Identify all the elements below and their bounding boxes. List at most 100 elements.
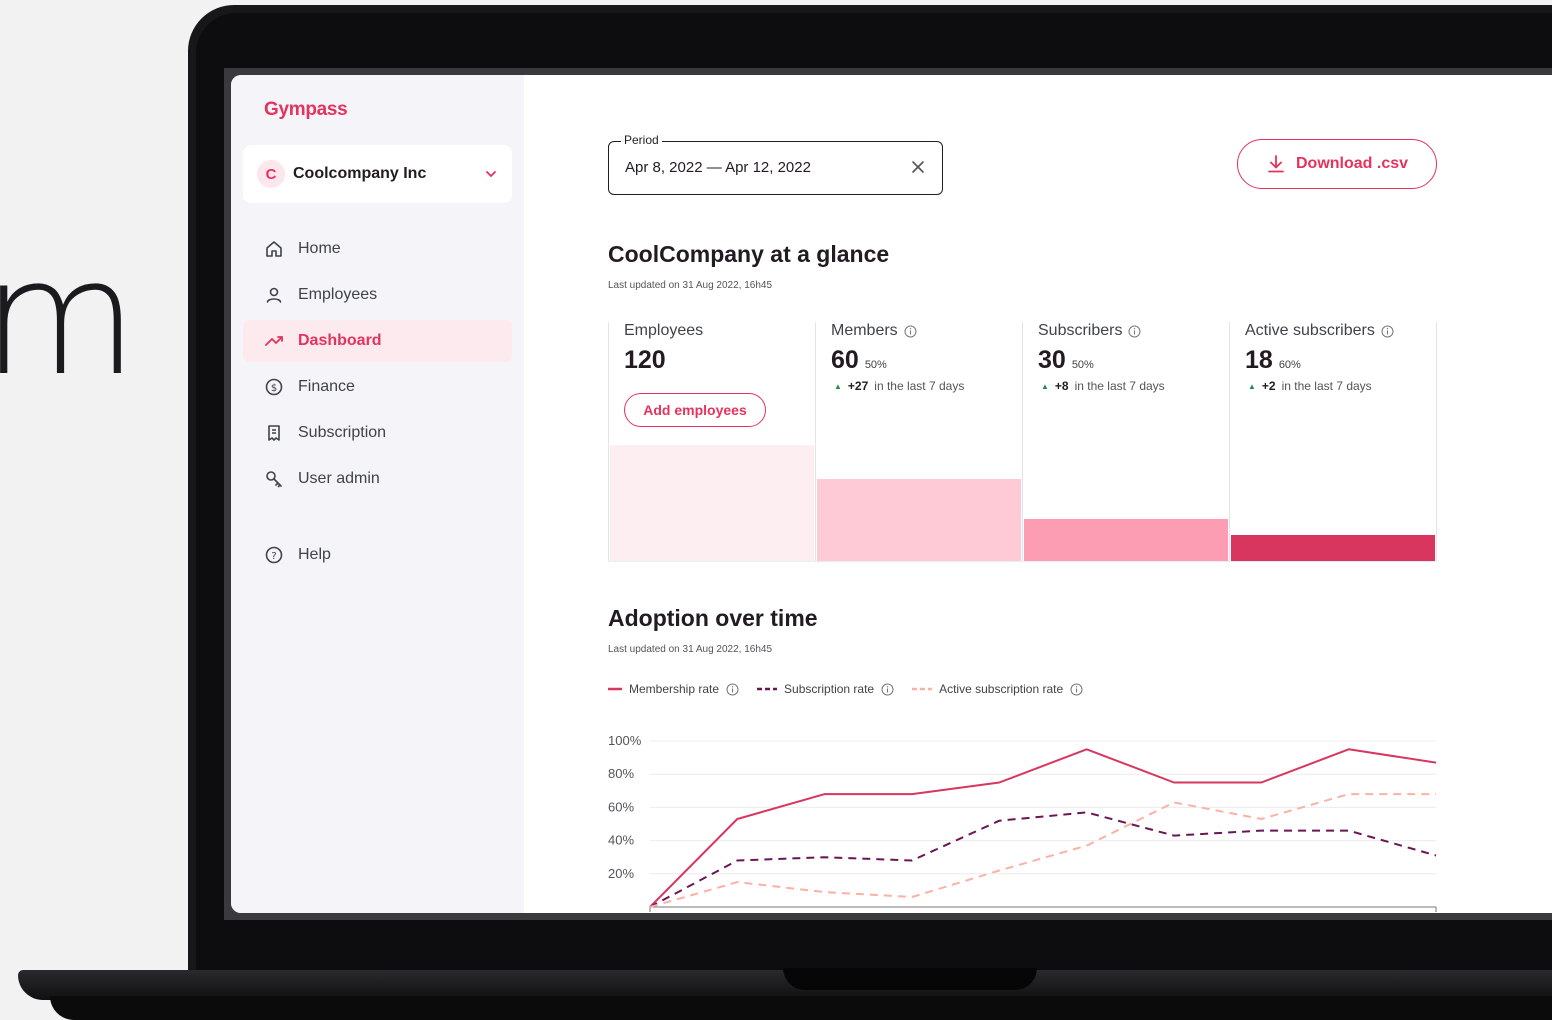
y-tick-label: 20% [608, 866, 634, 881]
sidebar-item-finance[interactable]: $ Finance [243, 366, 512, 408]
sidebar-item-user-admin[interactable]: User admin [243, 458, 512, 500]
info-icon[interactable] [726, 683, 739, 696]
main-content: Period Apr 8, 2022 — Apr 12, 2022 Downlo… [524, 75, 1552, 913]
card-delta-text: in the last 7 days [1074, 379, 1165, 393]
card-employees: Employees 120 Add employees [608, 322, 815, 561]
card-label-text: Subscribers [1038, 322, 1123, 339]
info-icon[interactable] [1128, 325, 1141, 338]
card-value: 60 50% [831, 346, 887, 375]
download-csv-button[interactable]: Download .csv [1237, 139, 1437, 189]
legend-subscription[interactable]: Subscription rate [757, 682, 894, 696]
card-label: Members [831, 322, 917, 340]
sidebar-item-help[interactable]: ? Help [243, 534, 512, 576]
trend-up-icon: ▲ [834, 381, 842, 391]
company-avatar: C [257, 160, 285, 188]
dollar-icon: $ [265, 378, 283, 396]
help-icon: ? [265, 546, 283, 564]
svg-text:?: ? [271, 551, 276, 562]
company-name: Coolcompany Inc [293, 165, 427, 182]
document-icon [268, 425, 280, 441]
card-label-text: Members [831, 322, 898, 339]
legend-active-subscription[interactable]: Active subscription rate [912, 682, 1083, 696]
card-bar [1231, 535, 1435, 561]
laptop-base-bottom [50, 996, 1552, 1020]
y-tick-label: 40% [608, 833, 634, 848]
card-bar [1024, 519, 1228, 561]
laptop-screen: Gympass C Coolcompany Inc Home Employees… [224, 68, 1552, 920]
series-line-subscription [649, 811, 1437, 908]
glance-updated: Last updated on 31 Aug 2022, 16h45 [608, 280, 773, 291]
card-percent: 50% [864, 359, 887, 371]
card-delta-text: in the last 7 days [874, 379, 965, 393]
sidebar-item-label: Employees [298, 286, 378, 303]
sidebar-item-label: Subscription [298, 424, 387, 441]
legend-label: Active subscription rate [939, 682, 1064, 696]
card-delta-text: in the last 7 days [1281, 379, 1372, 393]
card-delta: ▲ +27 in the last 7 days [834, 379, 964, 393]
adoption-chart: 100%80%60%40%20%1 Aug 202231 Aug 2022 [608, 733, 1437, 912]
info-icon[interactable] [881, 683, 894, 696]
card-value-number: 18 [1245, 346, 1273, 374]
period-value: Apr 8, 2022 — Apr 12, 2022 [625, 159, 811, 176]
glance-cards: Employees 120 Add employees Members 60 50… [608, 322, 1437, 562]
card-delta: ▲ +2 in the last 7 days [1248, 379, 1372, 393]
card-value-number: 120 [624, 346, 666, 374]
sidebar-item-label: Home [298, 240, 341, 257]
card-delta: ▲ +8 in the last 7 days [1041, 379, 1165, 393]
legend-membership[interactable]: Membership rate [608, 682, 739, 696]
sidebar-item-home[interactable]: Home [243, 228, 512, 270]
adoption-updated: Last updated on 31 Aug 2022, 16h45 [608, 644, 773, 655]
adoption-title: Adoption over time [608, 605, 818, 631]
card-bar [610, 445, 814, 561]
info-icon[interactable] [1381, 325, 1394, 338]
legend-swatch-dashed [757, 687, 778, 691]
card-label: Subscribers [1038, 322, 1141, 340]
laptop-notch [783, 968, 1037, 990]
card-delta-value: +27 [847, 379, 869, 393]
sidebar-item-employees[interactable]: Employees [243, 274, 512, 316]
period-label: Period [621, 133, 662, 147]
period-field[interactable]: Period Apr 8, 2022 — Apr 12, 2022 [608, 133, 943, 195]
y-tick-label: 100% [608, 733, 642, 748]
sidebar-item-label: Finance [298, 378, 355, 395]
trend-up-icon: ▲ [1041, 381, 1049, 391]
trend-up-icon: ▲ [1248, 381, 1256, 391]
info-icon[interactable] [1070, 683, 1083, 696]
download-label: Download .csv [1295, 155, 1409, 172]
card-value: 120 [624, 346, 666, 375]
card-percent: 50% [1071, 359, 1094, 371]
y-tick-label: 80% [608, 766, 634, 781]
company-selector[interactable]: C Coolcompany Inc [243, 145, 512, 203]
y-tick-label: 60% [608, 799, 634, 814]
app-window: Gympass C Coolcompany Inc Home Employees… [231, 75, 1552, 913]
card-active-subscribers: Active subscribers 18 60% ▲ +2 in the last … [1229, 322, 1437, 561]
legend-label: Subscription rate [784, 682, 875, 696]
sidebar-item-dashboard[interactable]: Dashboard [243, 320, 512, 362]
card-label-text: Active subscribers [1245, 322, 1375, 339]
card-subscribers: Subscribers 30 50% ▲ +8 in the last 7 days [1022, 322, 1229, 561]
legend-swatch-dashed [912, 687, 933, 691]
user-icon [266, 287, 282, 303]
card-bar [817, 479, 1021, 561]
background-glyph: m [0, 224, 138, 411]
brand-logo[interactable]: Gympass [264, 99, 348, 121]
chart-legend: Membership rate Subscription rate Active… [608, 682, 1083, 696]
download-icon [1268, 155, 1284, 173]
sidebar-item-subscription[interactable]: Subscription [243, 412, 512, 454]
sidebar-item-label: Help [298, 546, 331, 563]
info-icon[interactable] [904, 325, 917, 338]
card-label: Employees [624, 322, 703, 340]
close-icon[interactable] [910, 159, 926, 175]
svg-text:$: $ [271, 383, 277, 394]
legend-swatch-solid [608, 687, 622, 691]
card-label-text: Employees [624, 322, 704, 339]
chevron-down-icon [486, 171, 496, 178]
card-value: 30 50% [1038, 346, 1094, 375]
card-value-number: 60 [831, 346, 859, 374]
card-members: Members 60 50% ▲ +27 in the last 7 days [815, 322, 1022, 561]
add-employees-button[interactable]: Add employees [624, 393, 766, 427]
card-percent: 60% [1278, 359, 1301, 371]
sidebar-nav: Home Employees Dashboard $ Finance Subsc… [243, 228, 512, 580]
series-line-membership [649, 748, 1437, 908]
